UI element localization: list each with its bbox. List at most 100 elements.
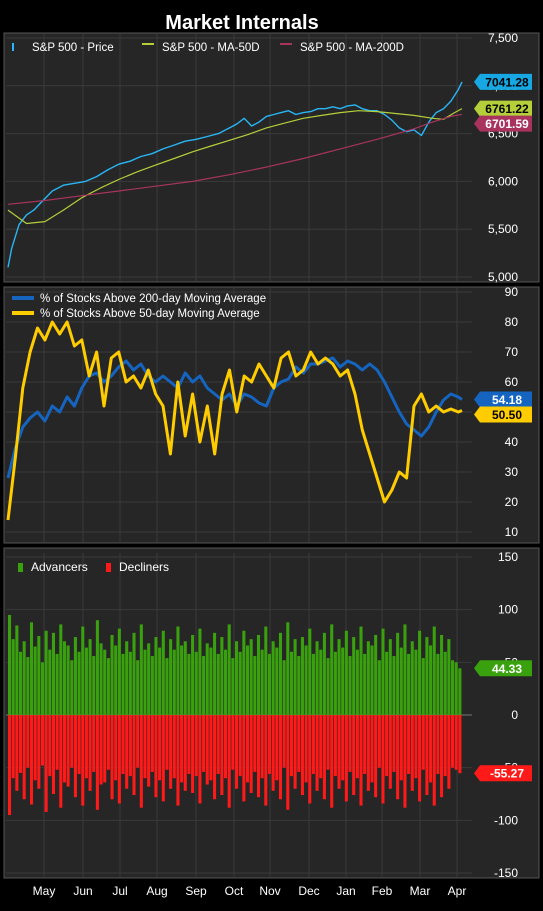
legend-label: S&P 500 - MA-50D [162,42,260,54]
last-value-label: 44.33 [492,662,522,676]
y-tick-label: -150 [494,866,518,880]
advancers-bar [150,656,154,715]
advancers-bar [121,653,125,715]
decliners-bar [451,715,455,768]
decliners-bar [447,715,451,789]
advancers-bar [48,649,52,715]
advancers-bar [458,668,462,715]
advancers-bar [51,632,55,715]
advancers-bar [447,639,451,715]
advancers-bar [275,647,279,715]
x-tick-label: Jan [336,884,355,898]
x-tick-label: May [33,884,56,898]
legend-label: % of Stocks Above 50-day Moving Average [40,308,260,320]
decliners-bar [29,715,34,805]
decliners-bar [103,715,107,783]
advancers-bar [410,641,414,715]
advancers-bar [73,637,77,715]
advancers-bar [352,637,356,715]
x-tick-label: Apr [448,884,467,898]
advancers-bar [209,647,213,715]
advancers-bar [432,626,436,715]
decliners-bar [300,715,304,796]
decliners-bar [180,715,184,783]
advancers-bar [235,641,239,715]
decliners-bar [66,715,70,787]
advancers-bar [289,651,293,715]
decliners-bar [121,715,125,774]
advancers-bar [414,649,418,715]
advancers-bar [421,658,425,715]
y-tick-label: 0 [511,708,518,722]
advancers-bar [106,658,110,715]
last-value-label: 7041.28 [485,75,529,89]
decliners-bar [293,715,297,789]
chart-title: Market Internals [165,12,318,34]
decliners-bar [366,715,370,791]
advancers-bar [15,625,19,715]
last-value-label: 6701.59 [485,117,529,131]
decliners-bar [370,715,374,783]
decliners-bar [128,715,132,777]
advancers-bar [8,614,12,715]
y-tick-label: 7,500 [488,31,518,45]
y-tick-label: 100 [498,603,518,617]
x-tick-label: Mar [410,884,431,898]
decliners-bar [165,715,169,770]
decliners-bar [99,715,103,785]
x-tick-label: Jul [112,884,127,898]
decliners-bar [286,715,290,810]
advancers-bar [293,639,297,715]
advancers-bar [454,662,458,715]
advancers-bar [220,637,224,715]
decliners-bar [183,715,187,791]
decliners-bar [231,715,235,770]
advancers-bar [359,626,363,715]
decliners-bar [429,715,433,783]
advancers-bar [399,647,403,715]
y-tick-label: -100 [494,813,518,827]
legend-swatch [280,43,292,45]
advancers-bar [407,653,411,715]
decliners-bar [359,715,363,806]
decliners-bar [92,715,96,772]
advancers-bar [216,653,220,715]
decliners-bar [363,715,367,774]
advancers-bar [139,624,143,715]
advancers-bar [264,626,268,715]
last-value-label: 54.18 [492,393,522,407]
decliners-bar [194,715,198,777]
advancers-bar [374,634,378,715]
advancers-bar [385,651,389,715]
decliners-bar [26,715,30,768]
decliners-bar [95,715,99,810]
advancers-bar [429,645,433,715]
decliners-bar [392,715,396,772]
decliners-bar [202,715,206,772]
advancers-bar [187,653,191,715]
advancers-bar [29,622,34,715]
decliners-bar [275,715,279,781]
decliners-bar [304,715,308,783]
advancers-bar [253,656,257,715]
advancers-bar [436,653,440,715]
x-tick-label: Feb [372,884,393,898]
advancers-bar [388,639,392,715]
decliners-bar [77,715,81,774]
decliners-bar [436,715,440,774]
decliners-bar [227,715,231,808]
advancers-bar [59,624,63,715]
legend-swatch [12,296,34,300]
decliners-bar [106,715,110,770]
advancers-bar [198,628,202,715]
advancers-bar [165,658,169,715]
advancers-bar [278,632,282,715]
legend-swatch [12,43,14,51]
advancers-bar [308,628,312,715]
decliners-bar [161,715,165,802]
decliners-bar [62,715,66,783]
decliners-bar [176,715,180,806]
decliners-bar [242,715,246,802]
advancers-bar [77,651,81,715]
decliners-bar [297,715,301,772]
